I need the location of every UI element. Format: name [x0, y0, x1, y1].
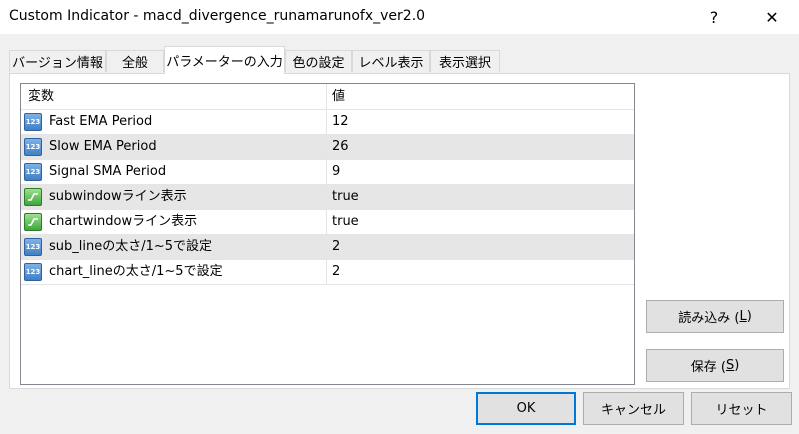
boolean-param-icon — [24, 188, 42, 206]
title-bar: Custom Indicator - macd_divergence_runam… — [0, 0, 799, 34]
param-value[interactable]: true — [332, 185, 359, 209]
help-button[interactable]: ? — [691, 0, 737, 34]
parameters-grid[interactable]: 変数 値 123 Fast EMA Period 12 123 Slow EMA… — [20, 83, 635, 385]
param-name: subwindowライン表示 — [49, 189, 187, 204]
table-row[interactable]: 123 chart_lineの太さ/1~5で設定 2 — [21, 260, 634, 285]
cell-divider — [326, 210, 327, 234]
param-value[interactable]: 12 — [332, 110, 349, 134]
param-value[interactable]: 9 — [332, 160, 340, 184]
cell-divider — [326, 135, 327, 159]
tab-parameters[interactable]: パラメーターの入力 — [164, 46, 285, 74]
param-name: Fast EMA Period — [49, 114, 153, 129]
close-button[interactable]: ✕ — [749, 0, 795, 34]
numeric-param-icon: 123 — [24, 138, 42, 156]
cell-divider — [326, 160, 327, 184]
param-name: Signal SMA Period — [49, 164, 167, 179]
ok-button[interactable]: OK — [476, 392, 576, 425]
grid-header: 変数 値 — [21, 84, 634, 110]
help-icon: ? — [709, 7, 719, 27]
param-name: sub_lineの太さ/1~5で設定 — [49, 239, 213, 254]
numeric-param-icon: 123 — [24, 163, 42, 181]
save-button-label: 保存 ( — [690, 360, 726, 375]
tab-levels[interactable]: レベル表示 — [352, 50, 430, 72]
param-value[interactable]: 2 — [332, 235, 340, 259]
param-value[interactable]: 26 — [332, 135, 349, 159]
tab-visualization[interactable]: 表示選択 — [430, 50, 500, 72]
save-button[interactable]: 保存 (S) — [646, 349, 784, 382]
tab-colors[interactable]: 色の設定 — [285, 50, 352, 72]
window-title: Custom Indicator - macd_divergence_runam… — [9, 8, 426, 24]
load-button-label: 読み込み ( — [678, 311, 740, 326]
cell-divider — [326, 260, 327, 284]
tab-general[interactable]: 全般 — [106, 50, 164, 72]
column-header-variable[interactable]: 変数 — [28, 84, 54, 109]
numeric-param-icon: 123 — [24, 263, 42, 281]
column-header-value[interactable]: 値 — [332, 84, 345, 109]
table-row[interactable]: chartwindowライン表示 true — [21, 210, 634, 235]
cell-divider — [326, 185, 327, 209]
table-row[interactable]: 123 Signal SMA Period 9 — [21, 160, 634, 185]
cancel-button[interactable]: キャンセル — [583, 392, 684, 425]
param-name: chartwindowライン表示 — [49, 214, 198, 229]
cell-divider — [326, 235, 327, 259]
numeric-param-icon: 123 — [24, 113, 42, 131]
table-row[interactable]: 123 Slow EMA Period 26 — [21, 135, 634, 160]
param-value[interactable]: true — [332, 210, 359, 234]
close-icon: ✕ — [765, 7, 779, 27]
table-row[interactable]: 123 Fast EMA Period 12 — [21, 110, 634, 135]
table-row[interactable]: subwindowライン表示 true — [21, 185, 634, 210]
tab-strip: バージョン情報 全般 パラメーターの入力 色の設定 レベル表示 表示選択 — [9, 46, 789, 74]
load-button-accesskey: L — [739, 309, 747, 324]
numeric-param-icon: 123 — [24, 238, 42, 256]
save-button-accesskey: S — [725, 358, 735, 373]
param-name: Slow EMA Period — [49, 139, 157, 154]
table-row[interactable]: 123 sub_lineの太さ/1~5で設定 2 — [21, 235, 634, 260]
load-button[interactable]: 読み込み (L) — [646, 300, 784, 333]
reset-button[interactable]: リセット — [691, 392, 792, 425]
cell-divider — [326, 110, 327, 134]
boolean-param-icon — [24, 213, 42, 231]
save-button-close: ) — [734, 358, 740, 373]
param-value[interactable]: 2 — [332, 260, 340, 284]
param-name: chart_lineの太さ/1~5で設定 — [49, 264, 223, 279]
load-button-close: ) — [746, 309, 752, 324]
column-divider[interactable] — [326, 84, 327, 109]
tab-version-info[interactable]: バージョン情報 — [9, 50, 106, 72]
